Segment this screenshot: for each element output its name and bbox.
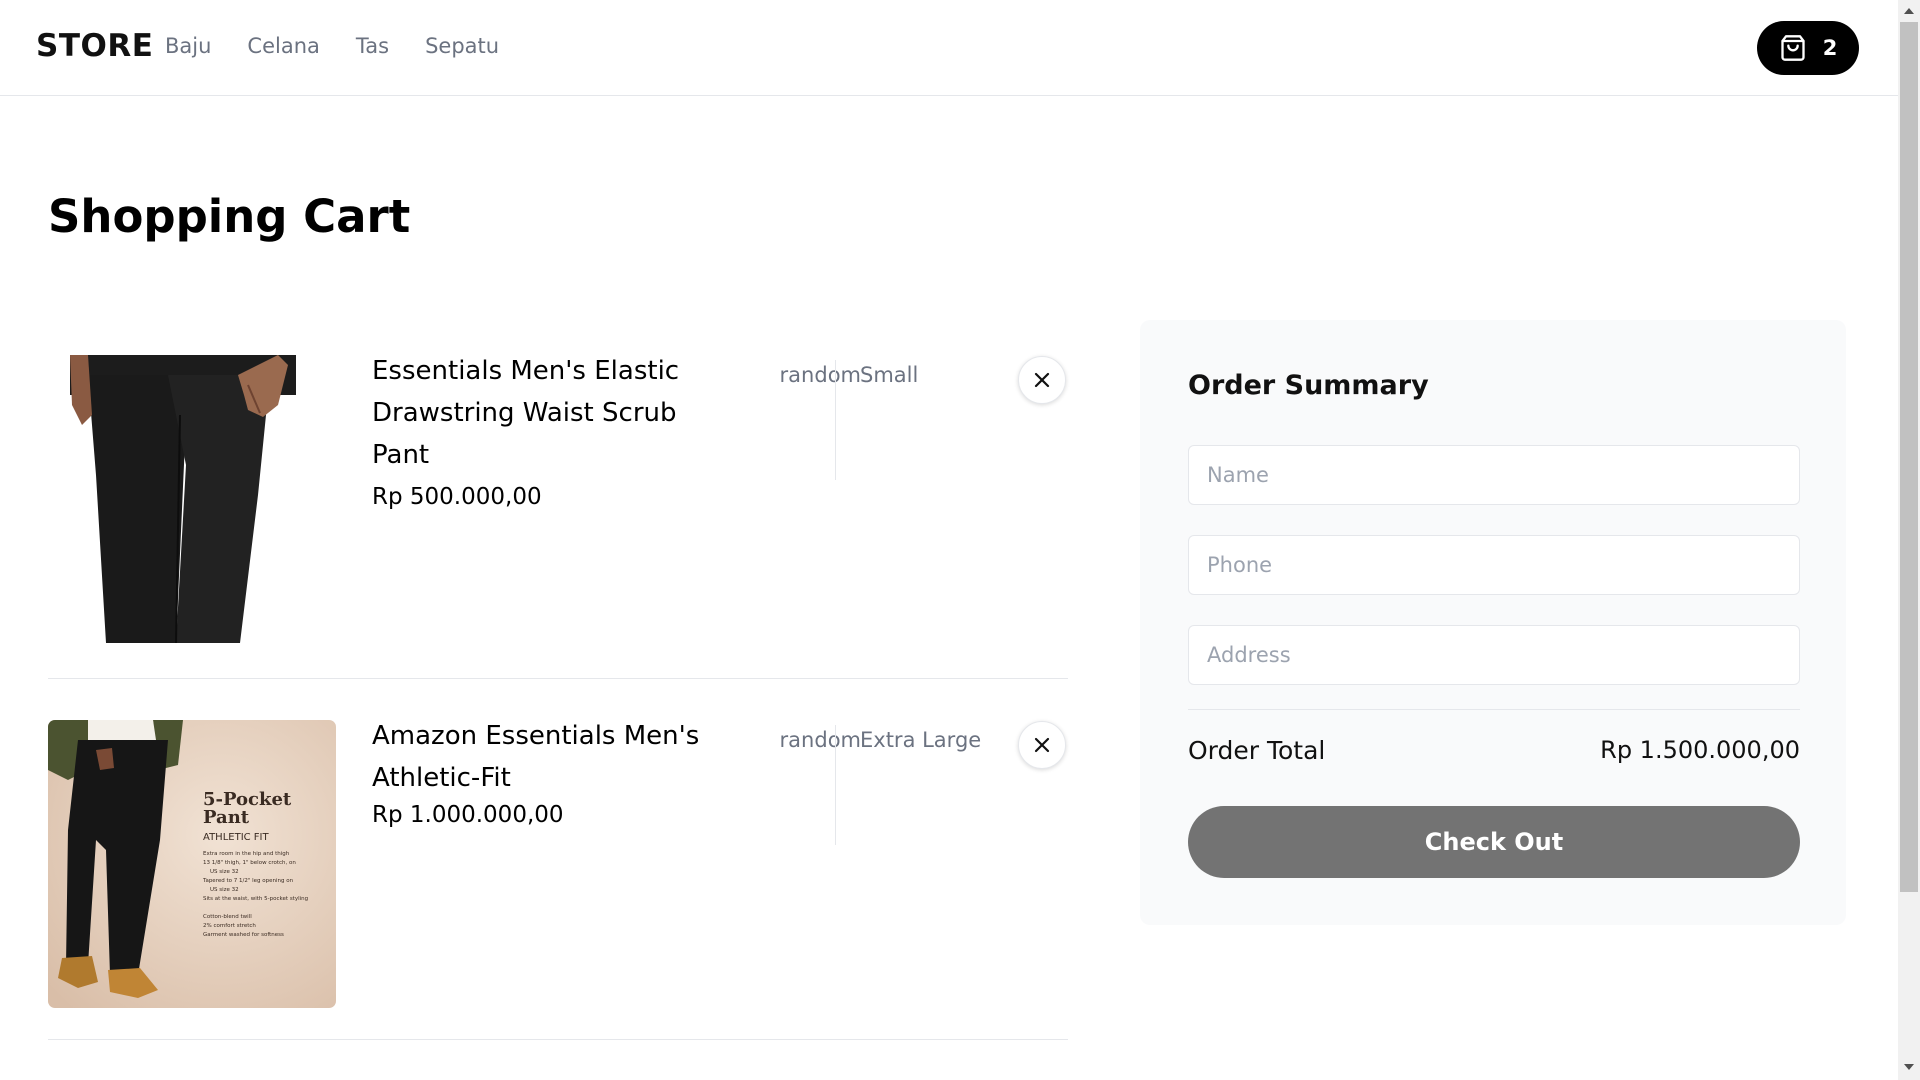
nav-link-celana[interactable]: Celana	[247, 34, 319, 58]
scrollbar-thumb[interactable]	[1900, 22, 1918, 892]
order-summary-title: Order Summary	[1188, 370, 1429, 401]
product-name[interactable]: Amazon Essentials Men's Athletic-Fit	[372, 715, 702, 799]
nav-link-tas[interactable]: Tas	[356, 34, 389, 58]
image-caption-title: Pant	[203, 807, 250, 828]
image-caption-line: Garment washed for softness	[203, 932, 284, 938]
divider	[835, 360, 836, 480]
image-caption-line: 2% comfort stretch	[203, 923, 256, 929]
top-navbar: STORE Baju Celana Tas Sepatu 2	[0, 0, 1898, 96]
product-image[interactable]	[48, 355, 336, 643]
scroll-up-icon[interactable]	[1904, 8, 1914, 14]
shopping-bag-icon	[1781, 35, 1805, 61]
remove-item-button[interactable]	[1018, 721, 1066, 769]
image-caption-line: Cotton-blend twill	[203, 914, 252, 920]
phone-input[interactable]	[1188, 535, 1800, 595]
nav-link-baju[interactable]: Baju	[165, 34, 211, 58]
order-total-value: Rp 1.500.000,00	[1600, 736, 1800, 764]
scroll-down-icon[interactable]	[1904, 1064, 1914, 1070]
cart-item: 5-Pocket Pant ATHLETIC FIT Extra room in…	[48, 715, 1068, 1040]
checkout-button[interactable]: Check Out	[1188, 806, 1800, 878]
product-image[interactable]: 5-Pocket Pant ATHLETIC FIT Extra room in…	[48, 720, 336, 1008]
product-name[interactable]: Essentials Men's Elastic Drawstring Wais…	[372, 350, 702, 476]
image-caption-line: US size 32	[210, 887, 239, 893]
close-icon	[1034, 372, 1050, 388]
image-caption-line: US size 32	[210, 869, 239, 875]
divider	[1188, 709, 1800, 710]
close-icon	[1034, 737, 1050, 753]
cart-count: 2	[1822, 36, 1838, 60]
image-caption-subtitle: ATHLETIC FIT	[203, 832, 270, 843]
store-logo[interactable]: STORE	[36, 28, 153, 64]
image-caption-line: Tapered to 7 1/2" leg opening on	[202, 878, 294, 884]
cart-button[interactable]: 2	[1757, 21, 1859, 75]
divider	[835, 725, 836, 845]
main-nav: Baju Celana Tas Sepatu	[165, 34, 535, 58]
page: STORE Baju Celana Tas Sepatu 2 Shopping …	[0, 0, 1898, 1080]
remove-item-button[interactable]	[1018, 356, 1066, 404]
nav-link-sepatu[interactable]: Sepatu	[425, 34, 499, 58]
product-price: Rp 500.000,00	[372, 484, 542, 510]
product-size: Extra Large	[860, 728, 982, 752]
order-summary-panel: Order Summary Order Total Rp 1.500.000,0…	[1140, 320, 1846, 925]
product-price: Rp 1.000.000,00	[372, 802, 564, 828]
order-total-label: Order Total	[1188, 736, 1326, 765]
cart-item: Essentials Men's Elastic Drawstring Wais…	[48, 350, 1068, 679]
image-caption-line: 13 1/8" thigh, 1" below crotch, on	[203, 860, 296, 866]
image-caption-line: Extra room in the hip and thigh	[203, 851, 290, 857]
name-input[interactable]	[1188, 445, 1800, 505]
page-title: Shopping Cart	[48, 190, 411, 243]
image-caption-line: Sits at the waist, with 5-pocket styling	[203, 896, 308, 902]
address-input[interactable]	[1188, 625, 1800, 685]
product-size: Small	[860, 363, 919, 387]
